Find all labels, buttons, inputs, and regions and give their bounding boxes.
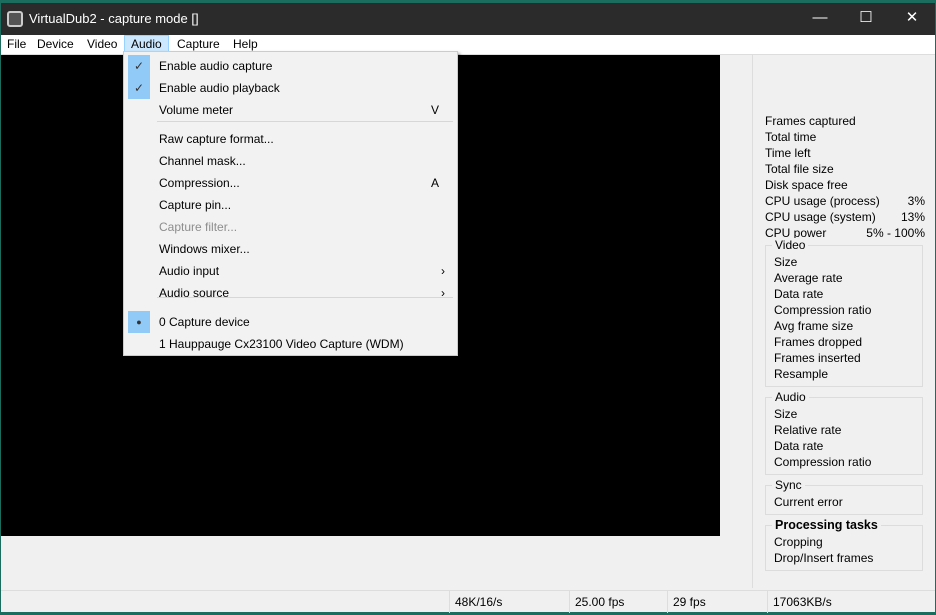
stat-label: Compression ratio xyxy=(774,455,872,469)
menu-item-label: Channel mask... xyxy=(159,154,246,168)
menu-item-label: Capture pin... xyxy=(159,198,232,212)
stat-row: Frames captured xyxy=(765,113,925,129)
status-target-fps: 25.00 fps xyxy=(569,591,667,613)
stat-label: Drop/Insert frames xyxy=(774,551,874,565)
shortcut-key: A xyxy=(431,176,440,190)
group-title: Video xyxy=(772,238,809,252)
menu-item-0-capture-device[interactable]: ● 0 Capture device xyxy=(126,311,455,333)
status-bar: 48K/16/s 25.00 fps 29 fps 17063KB/s xyxy=(1,590,935,613)
shortcut-key: V xyxy=(431,103,440,117)
menu-item-audio-input[interactable]: Audio input › xyxy=(126,260,455,282)
stat-label: Size xyxy=(774,407,798,421)
menu-item-label: Compression... xyxy=(159,176,240,190)
sync-group: Sync Current error xyxy=(765,478,923,515)
audio-dropdown-menu: ✓ Enable audio capture ✓ Enable audio playb… xyxy=(123,51,458,356)
menu-item-audio-source[interactable]: Audio source › xyxy=(126,282,455,304)
audio-group: Audio Size Relative rate Data rate Compressi… xyxy=(765,390,923,475)
window-title: VirtualDub2 - capture mode [] xyxy=(29,11,199,26)
tasks-group: Processing tasks Cropping Drop/Insert fram… xyxy=(765,518,923,571)
stat-row: Total file size xyxy=(765,161,925,177)
menu-item-enable-audio-capture[interactable]: ✓ Enable audio capture xyxy=(126,55,455,77)
menu-file[interactable]: File xyxy=(1,35,32,55)
menu-item-label: Enable audio capture xyxy=(159,59,273,73)
stat-label: CPU usage (system) xyxy=(765,210,876,224)
stat-label: Data rate xyxy=(774,287,824,301)
stat-label: Cropping xyxy=(774,535,823,549)
stat-label: Resample xyxy=(774,367,829,381)
menu-item-label: Raw capture format... xyxy=(159,132,274,146)
close-button[interactable]: ✕ xyxy=(889,3,935,35)
maximize-button[interactable]: ☐ xyxy=(843,3,889,35)
menu-item-label: 0 Capture device xyxy=(159,315,250,329)
status-data-rate: 17063KB/s xyxy=(767,591,907,613)
menu-item-label: 1 Hauppauge Cx23100 Video Capture (WDM) xyxy=(159,337,404,351)
checkmark-icon: ✓ xyxy=(128,55,150,77)
stat-row: Time left xyxy=(765,145,925,161)
app-icon xyxy=(7,11,23,27)
panel-divider xyxy=(752,55,753,588)
chevron-right-icon: › xyxy=(441,286,445,300)
stat-label: CPU usage (process) xyxy=(765,194,880,208)
menu-item-windows-mixer[interactable]: Windows mixer... xyxy=(126,238,455,260)
menu-item-label: Enable audio playback xyxy=(159,81,280,95)
stat-value: 3% xyxy=(907,194,925,208)
stat-label: Frames captured xyxy=(765,114,856,128)
stat-label: Compression ratio xyxy=(774,303,872,317)
menu-item-enable-audio-playback[interactable]: ✓ Enable audio playback xyxy=(126,77,455,99)
stats-panel: Frames captured Total time Time left Total … xyxy=(765,113,925,571)
chevron-right-icon: › xyxy=(441,264,445,278)
menu-item-channel-mask[interactable]: Channel mask... xyxy=(126,150,455,172)
menu-item-volume-meter[interactable]: Volume meter V xyxy=(126,99,455,121)
stat-row: CPU usage (system) 13% xyxy=(765,209,925,225)
stat-label: Relative rate xyxy=(774,423,842,437)
status-audio-format: 48K/16/s xyxy=(449,591,569,613)
stat-label: Avg frame size xyxy=(774,319,854,333)
status-actual-fps: 29 fps xyxy=(667,591,767,613)
stat-label: Time left xyxy=(765,146,811,160)
menu-device[interactable]: Device xyxy=(31,35,80,55)
menu-item-label: Windows mixer... xyxy=(159,242,250,256)
stat-value: 13% xyxy=(900,210,925,224)
stat-row: CPU usage (process) 3% xyxy=(765,193,925,209)
group-title: Audio xyxy=(772,390,809,404)
group-title: Sync xyxy=(772,478,805,492)
menu-item-capture-filter: Capture filter... xyxy=(126,216,455,238)
menu-item-label: Capture filter... xyxy=(159,220,238,234)
stat-value: 5% - 100% xyxy=(866,226,925,240)
menu-video[interactable]: Video xyxy=(81,35,123,55)
menu-item-1-hauppauge-cx23100-video-capture-wdm[interactable]: 1 Hauppauge Cx23100 Video Capture (WDM) xyxy=(126,333,455,355)
menu-item-compression[interactable]: Compression... A xyxy=(126,172,455,194)
minimize-button[interactable]: — xyxy=(797,3,843,35)
video-group: Video Size Average rate Data rate Compressio… xyxy=(765,238,923,387)
stat-label: Frames inserted xyxy=(774,351,861,365)
stat-label: Data rate xyxy=(774,439,824,453)
stat-label: Disk space free xyxy=(765,178,848,192)
checkmark-icon: ✓ xyxy=(128,77,150,99)
stat-label: Frames dropped xyxy=(774,335,863,349)
menu-item-label: Audio source xyxy=(159,286,230,300)
radio-dot-icon: ● xyxy=(128,311,150,333)
stat-row: Disk space free xyxy=(765,177,925,193)
stat-label: Average rate xyxy=(774,271,843,285)
menu-item-raw-capture-format[interactable]: Raw capture format... xyxy=(126,128,455,150)
title-bar: VirtualDub2 - capture mode [] — ☐ ✕ xyxy=(1,3,935,35)
stat-label: Total file size xyxy=(765,162,834,176)
menu-item-capture-pin[interactable]: Capture pin... xyxy=(126,194,455,216)
stat-row: Total time xyxy=(765,129,925,145)
group-title: Processing tasks xyxy=(772,518,881,532)
menu-separator xyxy=(157,121,453,122)
menu-item-label: Volume meter xyxy=(159,103,234,117)
stat-label: Total time xyxy=(765,130,817,144)
menu-item-label: Audio input xyxy=(159,264,220,278)
stat-label: Size xyxy=(774,255,798,269)
stat-label: Current error xyxy=(774,495,843,509)
